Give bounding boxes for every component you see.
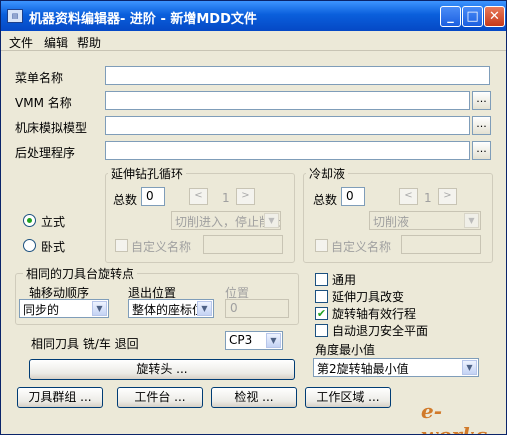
work-area-button[interactable]: 工作区域 ... xyxy=(305,387,391,408)
exit-position-value: 整体的座标位 xyxy=(132,303,205,317)
workpiece-table-button[interactable]: 工件台 ... xyxy=(117,387,203,408)
angle-min-select[interactable]: 第2旋转轴最小值 ▼ xyxy=(313,358,479,377)
chevron-down-icon: ▼ xyxy=(464,213,479,228)
rotary-travel-checkbox[interactable]: ✔ xyxy=(315,307,328,320)
menu-name-input[interactable] xyxy=(105,66,490,85)
drill-count-input[interactable]: 0 xyxy=(141,187,165,206)
extended-tool-change-checkbox[interactable] xyxy=(315,290,328,303)
drill-count-label: 总数 xyxy=(113,193,138,207)
drill-custom-name-checkbox[interactable] xyxy=(115,239,128,252)
menu-name-label: 菜单名称 xyxy=(15,71,64,85)
rotary-head-button[interactable]: 旋转头 ... xyxy=(29,359,295,380)
eworks-watermark: e-works xyxy=(421,399,488,435)
minimize-button[interactable]: _ xyxy=(440,6,461,27)
rotary-travel-label: 旋转轴有效行程 xyxy=(332,307,417,321)
retract-label: 相同刀具 铣/车 退回 xyxy=(31,337,139,351)
title-bar[interactable]: ▤ 机器资料编辑器- 进阶 - 新增MDD文件 _ □ ✕ xyxy=(1,1,506,31)
position-input[interactable]: 0 xyxy=(225,299,289,318)
vertical-radio[interactable] xyxy=(23,214,36,227)
chevron-down-icon: ▼ xyxy=(92,301,107,316)
vmm-browse-button[interactable]: ... xyxy=(472,91,491,110)
axis-order-select[interactable]: 同步的 ▼ xyxy=(19,299,109,318)
coolant-next-button[interactable]: > xyxy=(438,188,457,205)
coolant-count-input[interactable]: 0 xyxy=(341,187,365,206)
tool-group-button[interactable]: 刀具群组 ... xyxy=(17,387,103,408)
drill-next-button[interactable]: > xyxy=(236,188,255,205)
exit-position-select[interactable]: 整体的座标位 ▼ xyxy=(128,299,214,318)
maximize-button[interactable]: □ xyxy=(462,6,483,27)
coolant-mode-value: 切削液 xyxy=(373,215,410,229)
horizontal-radio[interactable] xyxy=(23,239,36,252)
coolant-custom-name-checkbox[interactable] xyxy=(315,239,328,252)
menu-bar: 文件 编辑 帮助 xyxy=(1,31,506,51)
drill-cycle-title: 延伸钻孔循环 xyxy=(108,165,187,182)
drill-prev-button[interactable]: < xyxy=(189,188,208,205)
retract-value: CP3 xyxy=(229,333,253,347)
menu-file[interactable]: 文件 xyxy=(9,34,33,51)
axis-order-value: 同步的 xyxy=(23,303,60,317)
chevron-down-icon: ▼ xyxy=(462,360,477,375)
turret-title: 相同的刀具台旋转点 xyxy=(23,265,138,282)
coolant-custom-name-label: 自定义名称 xyxy=(331,240,392,254)
menu-edit[interactable]: 编辑 xyxy=(44,34,68,51)
vmm-name-input[interactable] xyxy=(105,91,470,110)
coolant-prev-button[interactable]: < xyxy=(399,188,418,205)
drill-custom-name-label: 自定义名称 xyxy=(131,240,192,254)
horizontal-label: 卧式 xyxy=(41,240,66,254)
chevron-down-icon: ▼ xyxy=(197,301,212,316)
chevron-down-icon: ▼ xyxy=(266,333,281,348)
app-icon: ▤ xyxy=(7,9,23,23)
drill-counter: 1 xyxy=(222,191,230,205)
general-label: 通用 xyxy=(332,273,357,287)
auto-retract-checkbox[interactable] xyxy=(315,324,328,337)
drill-mode-select[interactable]: 切削进入，停止削出 ▼ xyxy=(171,211,281,230)
general-checkbox[interactable] xyxy=(315,273,328,286)
editor-window: ▤ 机器资料编辑器- 进阶 - 新增MDD文件 _ □ ✕ 文件 编辑 帮助 菜… xyxy=(0,0,507,435)
extended-tool-change-label: 延伸刀具改变 xyxy=(332,290,405,304)
post-processor-label: 后处理程序 xyxy=(15,146,76,160)
menu-help[interactable]: 帮助 xyxy=(77,34,101,51)
coolant-mode-select[interactable]: 切削液 ▼ xyxy=(369,211,481,230)
vertical-label: 立式 xyxy=(41,215,66,229)
vmm-name-label: VMM 名称 xyxy=(15,96,72,110)
drill-custom-name-input[interactable] xyxy=(203,235,283,254)
coolant-count-label: 总数 xyxy=(313,193,338,207)
coolant-custom-name-input[interactable] xyxy=(401,235,481,254)
chevron-down-icon: ▼ xyxy=(264,213,279,228)
coolant-counter: 1 xyxy=(424,191,432,205)
auto-retract-label: 自动退刀安全平面 xyxy=(332,324,429,338)
angle-min-value: 第2旋转轴最小值 xyxy=(317,362,409,376)
coolant-title: 冷却液 xyxy=(306,165,349,182)
machine-model-label: 机床模拟模型 xyxy=(15,121,88,135)
window-title: 机器资料编辑器- 进阶 - 新增MDD文件 xyxy=(29,12,257,27)
machine-browse-button[interactable]: ... xyxy=(472,116,491,135)
post-processor-input[interactable] xyxy=(105,141,470,160)
machine-model-input[interactable] xyxy=(105,116,470,135)
post-browse-button[interactable]: ... xyxy=(472,141,491,160)
close-button[interactable]: ✕ xyxy=(484,6,505,27)
retract-select[interactable]: CP3 ▼ xyxy=(225,331,283,350)
angle-min-label: 角度最小值 xyxy=(315,343,376,357)
view-button[interactable]: 检视 ... xyxy=(211,387,297,408)
